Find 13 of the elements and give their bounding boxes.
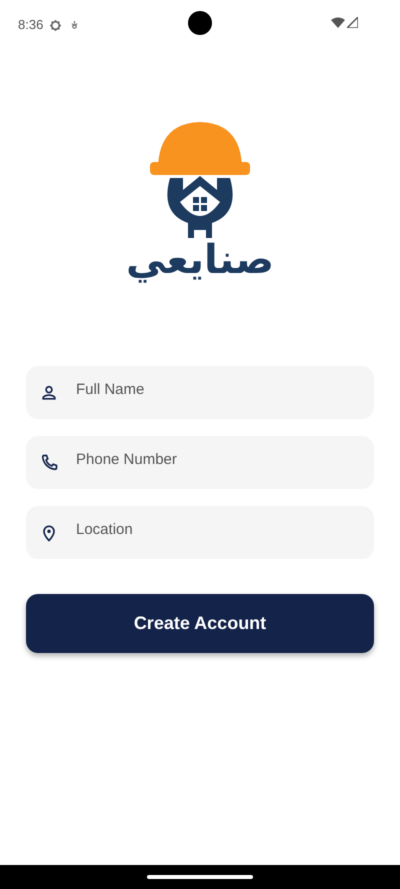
phone-icon <box>39 453 59 473</box>
camera-cutout <box>188 11 212 35</box>
logo-text: صنايعي <box>126 236 274 285</box>
gear-icon <box>49 18 62 32</box>
input-field[interactable]: Location <box>26 506 374 559</box>
status-time: 8:36 <box>18 16 44 34</box>
input-field[interactable]: Phone Number <box>26 436 374 489</box>
wifi-icon <box>331 17 345 28</box>
home-handle[interactable] <box>147 875 253 879</box>
create-account-button[interactable]: Create Account <box>26 594 374 653</box>
notification-icon <box>70 20 80 30</box>
input-field[interactable]: Full Name <box>26 366 374 419</box>
signal-icon <box>347 17 358 28</box>
